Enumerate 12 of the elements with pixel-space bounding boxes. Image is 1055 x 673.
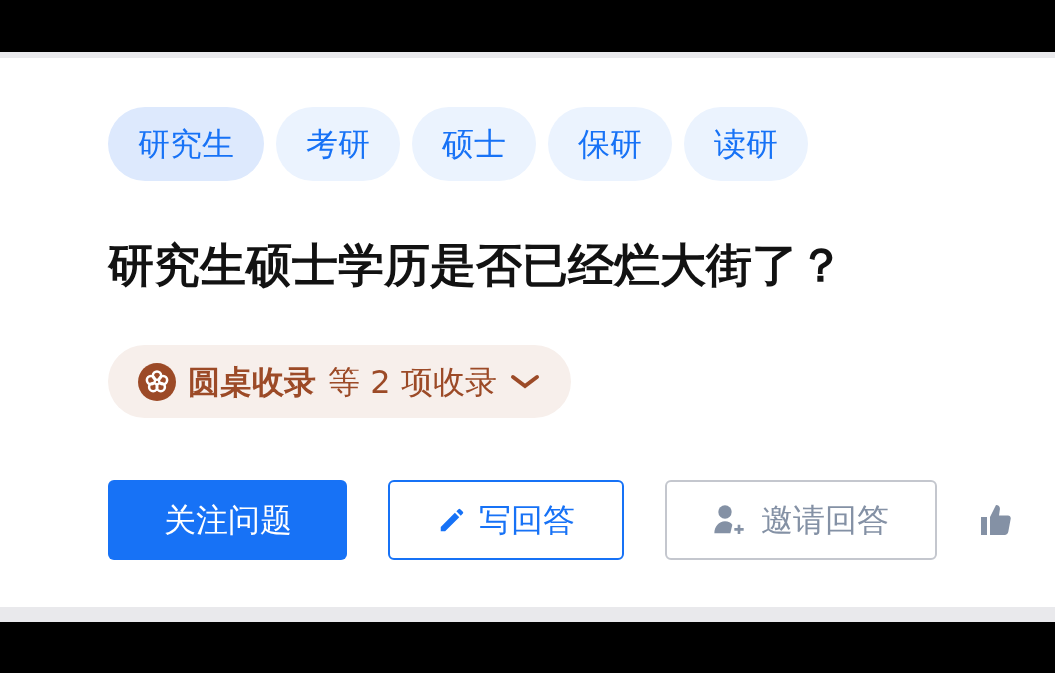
write-answer-button[interactable]: 写回答 [388, 480, 624, 560]
topic-tag[interactable]: 硕士 [412, 107, 536, 181]
topic-tag[interactable]: 考研 [276, 107, 400, 181]
flower-icon [138, 362, 176, 401]
topic-tag[interactable]: 研究生 [108, 107, 264, 181]
question-title: 研究生硕士学历是否已经烂大街了？ [108, 237, 845, 294]
thumbs-up-icon[interactable] [978, 502, 1014, 538]
topic-tag[interactable]: 读研 [684, 107, 808, 181]
collection-pill[interactable]: 圆桌收录 等 2 项收录 [108, 345, 571, 418]
invite-button[interactable]: 邀请回答 [665, 480, 937, 560]
follow-button[interactable]: 关注问题 [108, 480, 347, 560]
topic-tag[interactable]: 保研 [548, 107, 672, 181]
